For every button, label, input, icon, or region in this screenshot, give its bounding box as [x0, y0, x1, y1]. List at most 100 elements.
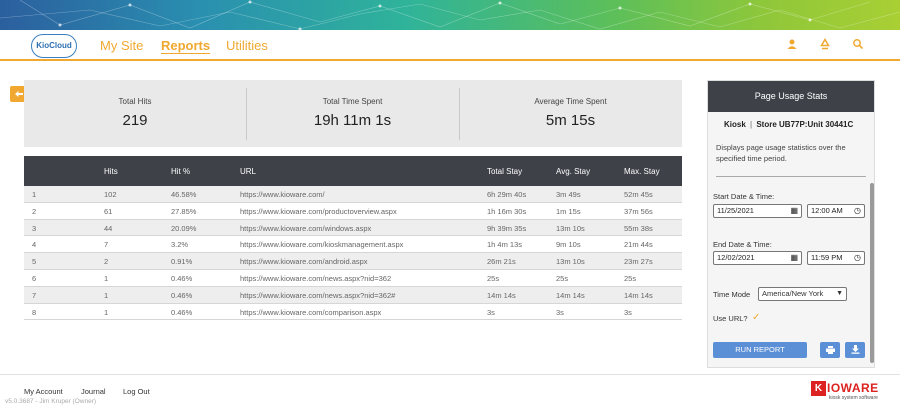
kiosk-name: Store UB77P:Unit 30441C	[756, 120, 854, 129]
time-mode-select[interactable]: America/New York ▼	[758, 287, 847, 301]
header-banner	[0, 0, 900, 30]
col-hit-pct[interactable]: Hit %	[171, 167, 190, 176]
end-time-input[interactable]: 11:59 PM ◷	[807, 251, 865, 265]
table-header: Hits Hit % URL Total Stay Avg. Stay Max.…	[24, 156, 682, 186]
stat-label: Total Hits	[118, 97, 152, 106]
clock-icon[interactable]: ◷	[854, 252, 861, 264]
cell-max-stay: 55m 38s	[624, 223, 653, 233]
table-row[interactable]: 8 1 0.46% https://www.kioware.com/compariso…	[24, 304, 682, 321]
col-avg-stay[interactable]: Avg. Stay	[556, 167, 590, 176]
kioware-logo[interactable]: K IOWARE kiosk system software	[811, 381, 883, 401]
cell-total-stay: 1h 4m 13s	[487, 240, 523, 250]
kioware-logo-word: IOWARE	[827, 381, 879, 395]
page-usage-panel: Page Usage Stats Kiosk | Store UB77P:Uni…	[707, 80, 875, 368]
col-total-stay[interactable]: Total Stay	[487, 167, 522, 176]
cell-total-stay: 25s	[487, 273, 500, 283]
time-mode-label: Time Mode	[713, 290, 751, 299]
cell-total-stay: 6h 29m 40s	[487, 190, 527, 199]
navbar: KioCloud My Site Reports Utilities	[0, 30, 900, 61]
nav-utilities[interactable]: Utilities	[226, 38, 268, 53]
footer-my-account[interactable]: My Account	[24, 387, 63, 396]
cell-url[interactable]: https://www.kioware.com/productoverview.…	[240, 207, 397, 216]
user-icon[interactable]	[785, 38, 799, 52]
cell-hits: 61	[104, 206, 113, 216]
cell-total-stay: 1h 16m 30s	[487, 206, 527, 216]
row-number: 3	[32, 223, 37, 233]
end-date-input[interactable]: 12/02/2021 ▦	[713, 251, 802, 265]
end-label: End Date & Time:	[713, 240, 772, 249]
network-pattern	[0, 0, 900, 30]
search-icon[interactable]	[851, 38, 865, 52]
footer-journal[interactable]: Journal	[81, 387, 106, 396]
recycle-icon[interactable]	[818, 38, 832, 52]
start-time-input[interactable]: 12:00 AM ◷	[807, 204, 865, 218]
cell-hits: 44	[104, 223, 113, 233]
cell-avg-stay: 1m 15s	[556, 206, 581, 216]
kioware-tagline: kiosk system software	[829, 395, 878, 401]
cell-url[interactable]: https://www.kioware.com/	[240, 190, 325, 199]
calendar-icon[interactable]: ▦	[790, 205, 798, 217]
col-hits[interactable]: Hits	[104, 167, 118, 176]
table-row[interactable]: 4 7 3.2% https://www.kioware.com/kioskmanag…	[24, 236, 682, 254]
cell-max-stay: 25s	[624, 273, 637, 283]
time-mode-value: America/New York	[762, 289, 824, 298]
cell-url[interactable]: https://www.kioware.com/news.aspx?nid=36…	[240, 274, 391, 283]
nav-reports[interactable]: Reports	[161, 38, 210, 53]
cell-total-stay: 26m 21s	[487, 257, 516, 267]
row-number: 4	[32, 240, 37, 250]
calendar-icon[interactable]: ▦	[790, 252, 798, 264]
cell-avg-stay: 13m 10s	[556, 223, 585, 233]
col-max-stay[interactable]: Max. Stay	[624, 167, 660, 176]
cell-url[interactable]: https://www.kioware.com/kioskmanagement.…	[240, 240, 403, 249]
cell-hit-pct: 46.58%	[171, 190, 197, 199]
page-usage-table: Hits Hit % URL Total Stay Avg. Stay Max.…	[24, 156, 682, 321]
panel-scrollbar[interactable]	[870, 183, 874, 363]
run-report-button[interactable]: RUN REPORT	[713, 342, 807, 358]
cell-avg-stay: 14m 14s	[556, 290, 585, 300]
panel-title: Page Usage Stats	[708, 81, 874, 112]
start-time-value: 12:00 AM	[811, 206, 843, 215]
table-row[interactable]: 6 1 0.46% https://www.kioware.com/news.aspx…	[24, 270, 682, 287]
start-date-value: 11/25/2021	[717, 206, 754, 215]
cell-hit-pct: 0.46%	[171, 273, 193, 283]
cell-hits: 2	[104, 257, 109, 267]
cell-url[interactable]: https://www.kioware.com/news.aspx?nid=36…	[240, 291, 395, 300]
start-date-input[interactable]: 11/25/2021 ▦	[713, 204, 802, 218]
row-number: 7	[32, 290, 37, 300]
chevron-down-icon: ▼	[836, 290, 843, 297]
version-text: v5.0.3687 - Jim Kruper (Owner)	[5, 398, 97, 405]
table-row[interactable]: 1 102 46.58% https://www.kioware.com/6h 29m…	[24, 186, 682, 203]
row-number: 1	[32, 190, 37, 199]
footer-log-out[interactable]: Log Out	[123, 387, 150, 396]
cell-max-stay: 23m 27s	[624, 257, 653, 267]
cell-hit-pct: 0.46%	[171, 290, 193, 300]
stat-total-hits: Total Hits 219	[24, 80, 246, 147]
arrow-left-icon	[15, 91, 23, 97]
cell-avg-stay: 9m 10s	[556, 240, 581, 250]
cell-url[interactable]: https://www.kioware.com/android.aspx	[240, 257, 368, 266]
print-button[interactable]	[820, 342, 840, 358]
col-url[interactable]: URL	[240, 167, 256, 176]
kiosk-info: Kiosk | Store UB77P:Unit 30441C	[724, 120, 864, 129]
divider	[716, 176, 866, 177]
kiocloud-logo[interactable]: KioCloud	[31, 34, 77, 58]
table-row[interactable]: 2 61 27.85% https://www.kioware.com/product…	[24, 203, 682, 220]
table-row[interactable]: 3 44 20.09% https://www.kioware.com/windows…	[24, 219, 682, 237]
stat-label: Average Time Spent	[534, 97, 607, 106]
cell-url[interactable]: https://www.kioware.com/comparison.aspx	[240, 308, 381, 317]
download-button[interactable]	[845, 342, 865, 358]
use-url-checkbox[interactable]: ✓	[752, 312, 760, 323]
table-row[interactable]: 5 2 0.91% https://www.kioware.com/android.a…	[24, 253, 682, 270]
download-icon	[851, 345, 859, 354]
stat-value: 219	[122, 112, 148, 129]
cell-url[interactable]: https://www.kioware.com/windows.aspx	[240, 224, 371, 233]
table-body: 1 102 46.58% https://www.kioware.com/6h 29m…	[24, 186, 682, 321]
start-label: Start Date & Time:	[713, 192, 775, 201]
clock-icon[interactable]: ◷	[854, 205, 861, 217]
cell-avg-stay: 3m 49s	[556, 190, 581, 199]
nav-my-site[interactable]: My Site	[100, 38, 143, 53]
row-number: 5	[32, 257, 37, 267]
stats-summary: Total Hits 219 Total Time Spent 19h 11m …	[24, 80, 682, 147]
row-number: 2	[32, 206, 37, 216]
table-row[interactable]: 7 1 0.46% https://www.kioware.com/news.aspx…	[24, 286, 682, 304]
